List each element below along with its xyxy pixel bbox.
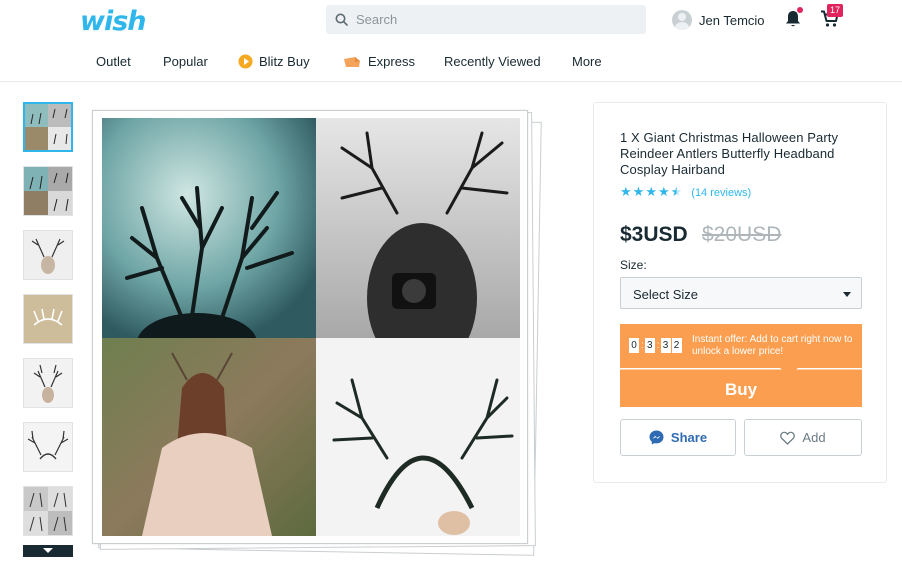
nav-item-popular[interactable]: Popular <box>163 54 208 69</box>
share-button[interactable]: Share <box>620 419 736 456</box>
wish-logo[interactable]: wish <box>80 6 146 37</box>
star-icon: ★ <box>645 185 657 200</box>
search-icon <box>335 13 348 26</box>
nav-item-blitz-buy[interactable]: Blitz Buy <box>238 54 310 69</box>
main-product-image[interactable] <box>92 110 528 544</box>
offer-text: Instant offer: Add to cart right now to … <box>692 334 853 357</box>
nav-item-recently-viewed[interactable]: Recently Viewed <box>444 54 541 69</box>
buy-button[interactable]: Buy <box>620 369 862 407</box>
heart-icon <box>780 431 796 445</box>
reviews-link[interactable]: (14 reviews) <box>691 187 751 199</box>
share-label: Share <box>670 430 708 445</box>
search-bar[interactable] <box>326 5 646 34</box>
thumbnail-image <box>24 295 72 343</box>
top-header: wish Jen Temcio 17 Outlet Popular <box>0 0 902 82</box>
cart-count-badge: 17 <box>827 4 844 17</box>
thumbnail[interactable] <box>23 358 73 408</box>
product-info-panel: 1 X Giant Christmas Halloween Party Rein… <box>593 102 887 483</box>
nav-item-outlet[interactable]: Outlet <box>96 54 131 69</box>
half-star-icon: ★ <box>670 185 683 200</box>
thumbnail[interactable] <box>23 422 73 472</box>
category-nav: Outlet Popular Blitz Buy Express Recentl… <box>0 46 902 78</box>
chevron-down-icon <box>843 292 851 297</box>
nav-label: Express <box>368 54 415 69</box>
nav-label: Outlet <box>96 54 131 69</box>
messenger-icon <box>649 430 664 445</box>
star-icon: ★ <box>632 185 645 200</box>
blitz-buy-icon <box>238 54 253 69</box>
nav-item-more[interactable]: More <box>572 54 602 69</box>
star-icon: ★ <box>620 185 632 200</box>
notification-dot <box>797 7 803 13</box>
thumbnail[interactable] <box>23 166 73 216</box>
original-price: $20USD <box>702 223 782 246</box>
add-label: Add <box>802 430 826 445</box>
timer-separator: : <box>641 340 644 351</box>
size-select-value: Select Size <box>633 287 699 302</box>
product-photo <box>102 118 520 536</box>
size-label: Size: <box>620 258 647 272</box>
size-select[interactable]: Select Size <box>620 277 862 309</box>
thumbnail-image <box>24 167 72 215</box>
user-name: Jen Temcio <box>699 12 765 28</box>
timer-digit: 2 <box>671 338 682 353</box>
search-input[interactable] <box>356 5 636 34</box>
thumbnail-image <box>24 423 72 471</box>
product-title: 1 X Giant Christmas Halloween Party Rein… <box>620 130 839 177</box>
thumbnails-scroll-down-button[interactable] <box>23 545 73 557</box>
nav-label: Popular <box>163 54 208 69</box>
offer-pointer <box>779 367 799 376</box>
timer-separator: : <box>656 340 660 351</box>
nav-item-express[interactable]: Express <box>342 54 415 69</box>
rating[interactable]: ★ ★ ★ ★ ★ (14 reviews) <box>620 185 751 200</box>
price: $3USD <box>620 223 688 246</box>
thumbnail[interactable] <box>23 102 73 152</box>
nav-label: More <box>572 54 602 69</box>
star-icon: ★ <box>657 185 670 200</box>
thumbnail[interactable] <box>23 486 73 536</box>
timer-digit: 3 <box>644 338 655 353</box>
thumbnail[interactable] <box>23 294 73 344</box>
avatar <box>672 10 692 30</box>
instant-offer-banner: 0 : 3 : 3 2 Instant offer: Add to cart r… <box>620 324 862 368</box>
thumbnail-image <box>25 104 71 150</box>
nav-label: Recently Viewed <box>444 54 541 69</box>
nav-label: Blitz Buy <box>259 54 310 69</box>
timer-digit: 3 <box>660 338 671 353</box>
timer-digit: 0 <box>629 338 639 353</box>
thumbnail[interactable] <box>23 230 73 280</box>
thumbnail-image <box>24 487 72 535</box>
add-to-wishlist-button[interactable]: Add <box>744 419 862 456</box>
express-icon <box>344 56 360 67</box>
thumbnail-image <box>24 231 72 279</box>
thumbnail-image <box>24 359 72 407</box>
countdown-timer: 0 : 3 : 3 2 <box>629 338 683 353</box>
user-profile[interactable]: Jen Temcio <box>672 9 765 31</box>
